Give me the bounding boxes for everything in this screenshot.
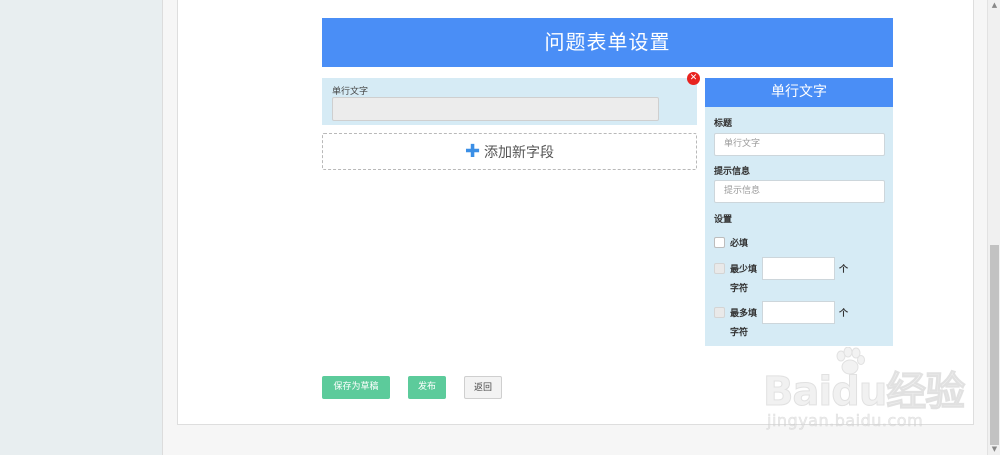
min-length-unit: 个 <box>839 265 849 275</box>
page-scrollbar[interactable]: ▲ ▼ <box>987 0 1000 455</box>
required-checkbox[interactable] <box>714 237 725 248</box>
form-title-header: 问题表单设置 <box>322 18 893 67</box>
min-length-label: 最少填 <box>730 265 758 275</box>
field-properties-panel: 单行文字 标题 单行文字 提示信息 提示信息 设置 必填 最少填 字符 个 最多… <box>705 78 893 346</box>
scroll-down-icon[interactable]: ▼ <box>988 444 1000 455</box>
hint-field-label: 提示信息 <box>714 167 751 177</box>
max-length-input[interactable] <box>762 301 835 324</box>
min-length-checkbox[interactable] <box>714 263 725 274</box>
watermark-url: jingyan.baidu.com <box>767 411 924 431</box>
add-field-label: 添加新字段 <box>484 144 555 161</box>
max-length-unit: 个 <box>839 309 849 319</box>
scroll-up-icon[interactable]: ▲ <box>988 0 1000 11</box>
settings-label: 设置 <box>714 215 733 225</box>
back-button[interactable]: 返回 <box>464 376 502 399</box>
baidu-jingyan-watermark: Baidu经验 jingyan.baidu.com <box>755 345 966 435</box>
watermark-logo: Baidu经验 <box>762 369 965 416</box>
field-preview-input <box>332 97 659 121</box>
scroll-thumb[interactable] <box>990 245 999 445</box>
max-length-label-unit: 字符 <box>730 328 749 338</box>
add-field-button[interactable]: ✚ 添加新字段 <box>322 133 697 170</box>
min-length-input[interactable] <box>762 257 835 280</box>
left-sidebar-pane <box>0 0 163 455</box>
save-draft-button[interactable]: 保存为草稿 <box>322 376 390 399</box>
properties-panel-title: 单行文字 <box>705 78 893 107</box>
field-label: 单行文字 <box>332 87 369 97</box>
required-label: 必填 <box>730 239 749 249</box>
title-input[interactable]: 单行文字 <box>714 133 885 156</box>
title-field-label: 标题 <box>714 119 733 129</box>
hint-input[interactable]: 提示信息 <box>714 180 885 203</box>
max-length-checkbox[interactable] <box>714 307 725 318</box>
min-length-label-unit: 字符 <box>730 284 749 294</box>
plus-icon: ✚ <box>464 140 481 162</box>
form-field-item[interactable]: 单行文字 <box>322 78 697 125</box>
publish-button[interactable]: 发布 <box>408 376 446 399</box>
max-length-label: 最多填 <box>730 309 758 319</box>
close-circle-icon[interactable]: ✕ <box>687 72 700 85</box>
